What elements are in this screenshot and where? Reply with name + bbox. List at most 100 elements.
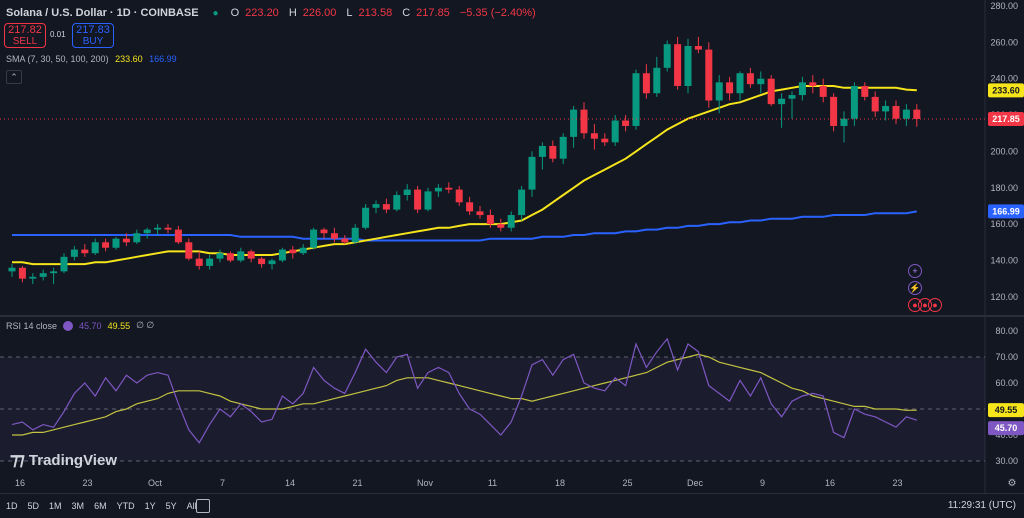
- time-tick-label: 16: [825, 478, 835, 488]
- candle-body: [39, 273, 47, 277]
- change-value: −5.35 (−2.40%): [459, 7, 536, 19]
- candle-body: [590, 133, 598, 139]
- brand-logo[interactable]: ⁊⁊ TradingView: [10, 450, 117, 470]
- candle-body: [330, 233, 338, 239]
- candle-body: [580, 109, 588, 134]
- price-tick-label: 160.00: [990, 219, 1018, 229]
- period-button-1m[interactable]: 1M: [49, 501, 62, 511]
- candle-body: [18, 267, 26, 279]
- time-tick-label: 25: [622, 478, 632, 488]
- candle-body: [902, 109, 910, 119]
- symbol-header: Solana / U.S. Dollar · 1D · COINBASE ● O…: [6, 7, 540, 19]
- candle-body: [694, 45, 702, 50]
- calendar-icon[interactable]: [196, 499, 210, 513]
- candle-body: [715, 82, 723, 101]
- time-tick-label: 18: [555, 478, 565, 488]
- candle-body: [112, 238, 120, 248]
- candle-body: [538, 145, 546, 157]
- candle-body: [601, 138, 609, 143]
- candle-body: [642, 73, 650, 94]
- symbol-title[interactable]: Solana / U.S. Dollar · 1D · COINBASE: [6, 7, 199, 19]
- candle-body: [736, 73, 744, 94]
- sell-button[interactable]: 217.82 SELL: [4, 23, 46, 48]
- candle-body: [362, 207, 370, 228]
- candle-body: [882, 105, 890, 112]
- candle-body: [549, 145, 557, 159]
- candle-body: [91, 242, 99, 254]
- period-button-5y[interactable]: 5Y: [166, 501, 177, 511]
- sma-fast-line: [12, 85, 917, 266]
- candle-body: [455, 189, 463, 203]
- candle-body: [310, 229, 318, 248]
- buy-price: 217.83: [76, 23, 110, 36]
- add-indicator-icon[interactable]: +: [908, 264, 922, 278]
- high-value: 226.00: [302, 7, 337, 19]
- candle-body: [393, 195, 401, 210]
- buy-button[interactable]: 217.83 BUY: [72, 23, 114, 48]
- candle-body: [850, 85, 858, 119]
- period-button-ytd[interactable]: YTD: [117, 501, 135, 511]
- candle-body: [50, 271, 58, 274]
- candle-body: [434, 187, 442, 192]
- candle-body: [778, 98, 786, 105]
- price-tick-label: 240.00: [990, 74, 1018, 84]
- candle-body: [424, 191, 432, 210]
- candle-body: [258, 258, 266, 265]
- candle-body: [320, 229, 328, 234]
- brand-name: TradingView: [28, 451, 117, 469]
- candle-body: [476, 211, 484, 216]
- candle-body: [216, 253, 224, 259]
- candle-body: [289, 249, 297, 254]
- candle-body: [445, 187, 453, 190]
- bottom-toolbar: 1D 5D 1M 3M 6M YTD 1Y 5Y All 11:29:31 (UTC): [0, 493, 1024, 518]
- candle-body: [185, 242, 193, 259]
- candle-body: [674, 44, 682, 86]
- clock-readout[interactable]: 11:29:31 (UTC): [948, 500, 1016, 511]
- time-tick-label: 11: [488, 478, 497, 488]
- candle-body: [559, 136, 567, 159]
- period-button-1y[interactable]: 1Y: [145, 501, 156, 511]
- price-tick-label: 120.00: [990, 292, 1018, 302]
- candle-body: [414, 189, 422, 210]
- indicator-dot-icon: [63, 320, 74, 331]
- candle-body: [830, 96, 838, 126]
- settings-icon: ⚙: [1008, 478, 1017, 489]
- last-price-axis-label: 217.85: [992, 114, 1020, 124]
- period-button-3m[interactable]: 3M: [72, 501, 85, 511]
- period-button-1d[interactable]: 1D: [6, 501, 18, 511]
- candle-body: [29, 276, 37, 279]
- period-button-6m[interactable]: 6M: [94, 501, 107, 511]
- sma-legend[interactable]: SMA (7, 30, 50, 100, 200) 233.60 166.99: [6, 54, 177, 64]
- time-tick-label: Oct: [148, 478, 163, 488]
- candle-body: [154, 227, 162, 230]
- price-tick-label: 280.00: [990, 1, 1018, 11]
- candle-body: [861, 85, 869, 97]
- rsi-legend[interactable]: RSI 14 close 45.70 49.55 ∅ ∅: [6, 320, 154, 331]
- candle-body: [798, 82, 806, 96]
- close-value: 217.85: [416, 7, 450, 19]
- chart-canvas[interactable]: 120.00140.00160.00180.00200.00220.00240.…: [0, 0, 1024, 493]
- time-tick-label: 16: [15, 478, 25, 488]
- collapse-legend-icon[interactable]: ⌃: [6, 70, 22, 84]
- candle-body: [341, 238, 349, 243]
- period-buttons: 1D 5D 1M 3M 6M YTD 1Y 5Y All: [6, 501, 197, 511]
- lightning-icon[interactable]: ⚡: [908, 281, 922, 295]
- candle-body: [237, 251, 245, 261]
- candle-body: [351, 227, 359, 243]
- time-tick-label: 9: [760, 478, 765, 488]
- candle-body: [518, 189, 526, 216]
- candle-body: [164, 227, 172, 230]
- candle-body: [913, 109, 921, 119]
- sell-label: SELL: [12, 35, 38, 47]
- candle-body: [206, 258, 214, 266]
- candle-body: [268, 260, 276, 265]
- candle-body: [663, 44, 671, 68]
- rsi-ma-axis-label: 49.55: [995, 405, 1018, 415]
- sma-fast-value: 233.60: [115, 54, 143, 64]
- flag-icon[interactable]: ●: [928, 298, 942, 312]
- rsi-axis-label: 45.70: [995, 423, 1018, 433]
- rsi-tick-label: 80.00: [995, 326, 1018, 336]
- period-button-5d[interactable]: 5D: [28, 501, 40, 511]
- open-label: O: [230, 7, 240, 19]
- candle-body: [570, 109, 578, 137]
